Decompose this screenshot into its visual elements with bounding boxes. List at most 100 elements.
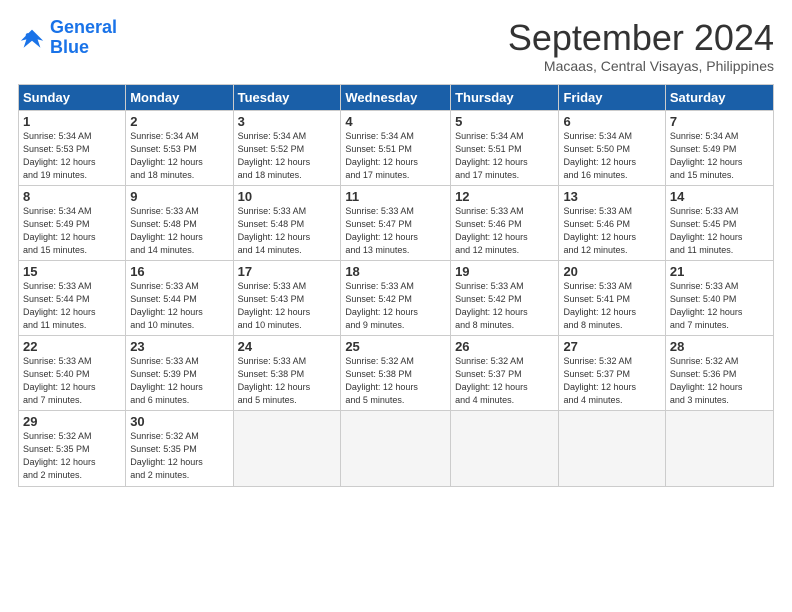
calendar-cell: 6Sunrise: 5:34 AM Sunset: 5:50 PM Daylig… — [559, 110, 665, 185]
day-number: 12 — [455, 189, 554, 204]
logo-text2: Blue — [50, 38, 117, 58]
calendar-week-1: 1Sunrise: 5:34 AM Sunset: 5:53 PM Daylig… — [19, 110, 774, 185]
calendar-header-friday: Friday — [559, 84, 665, 110]
location: Macaas, Central Visayas, Philippines — [508, 58, 774, 74]
day-number: 23 — [130, 339, 228, 354]
day-info: Sunrise: 5:34 AM Sunset: 5:52 PM Dayligh… — [238, 130, 337, 182]
calendar-cell: 17Sunrise: 5:33 AM Sunset: 5:43 PM Dayli… — [233, 260, 341, 335]
calendar-cell: 13Sunrise: 5:33 AM Sunset: 5:46 PM Dayli… — [559, 185, 665, 260]
day-number: 18 — [345, 264, 446, 279]
calendar-cell: 27Sunrise: 5:32 AM Sunset: 5:37 PM Dayli… — [559, 336, 665, 411]
day-info: Sunrise: 5:34 AM Sunset: 5:53 PM Dayligh… — [23, 130, 121, 182]
month-title: September 2024 — [508, 18, 774, 58]
calendar-cell: 20Sunrise: 5:33 AM Sunset: 5:41 PM Dayli… — [559, 260, 665, 335]
day-info: Sunrise: 5:34 AM Sunset: 5:49 PM Dayligh… — [670, 130, 769, 182]
calendar-cell: 15Sunrise: 5:33 AM Sunset: 5:44 PM Dayli… — [19, 260, 126, 335]
logo-bird-icon — [18, 24, 46, 52]
calendar-cell: 11Sunrise: 5:33 AM Sunset: 5:47 PM Dayli… — [341, 185, 451, 260]
calendar-cell: 14Sunrise: 5:33 AM Sunset: 5:45 PM Dayli… — [665, 185, 773, 260]
logo-text: General — [50, 18, 117, 38]
calendar-cell: 8Sunrise: 5:34 AM Sunset: 5:49 PM Daylig… — [19, 185, 126, 260]
calendar-cell: 18Sunrise: 5:33 AM Sunset: 5:42 PM Dayli… — [341, 260, 451, 335]
day-info: Sunrise: 5:33 AM Sunset: 5:44 PM Dayligh… — [130, 280, 228, 332]
day-info: Sunrise: 5:33 AM Sunset: 5:46 PM Dayligh… — [455, 205, 554, 257]
day-number: 29 — [23, 414, 121, 429]
day-info: Sunrise: 5:34 AM Sunset: 5:49 PM Dayligh… — [23, 205, 121, 257]
calendar-cell: 4Sunrise: 5:34 AM Sunset: 5:51 PM Daylig… — [341, 110, 451, 185]
header: General Blue September 2024 Macaas, Cent… — [18, 18, 774, 74]
day-info: Sunrise: 5:34 AM Sunset: 5:51 PM Dayligh… — [345, 130, 446, 182]
day-number: 28 — [670, 339, 769, 354]
calendar-cell: 5Sunrise: 5:34 AM Sunset: 5:51 PM Daylig… — [451, 110, 559, 185]
calendar-cell: 24Sunrise: 5:33 AM Sunset: 5:38 PM Dayli… — [233, 336, 341, 411]
calendar-cell: 1Sunrise: 5:34 AM Sunset: 5:53 PM Daylig… — [19, 110, 126, 185]
day-info: Sunrise: 5:32 AM Sunset: 5:37 PM Dayligh… — [563, 355, 660, 407]
calendar-cell: 3Sunrise: 5:34 AM Sunset: 5:52 PM Daylig… — [233, 110, 341, 185]
day-number: 10 — [238, 189, 337, 204]
day-number: 17 — [238, 264, 337, 279]
day-info: Sunrise: 5:32 AM Sunset: 5:35 PM Dayligh… — [130, 430, 228, 482]
calendar-header-monday: Monday — [126, 84, 233, 110]
day-number: 16 — [130, 264, 228, 279]
day-number: 9 — [130, 189, 228, 204]
calendar-cell: 30Sunrise: 5:32 AM Sunset: 5:35 PM Dayli… — [126, 411, 233, 486]
day-number: 4 — [345, 114, 446, 129]
calendar-cell — [233, 411, 341, 486]
calendar-cell: 7Sunrise: 5:34 AM Sunset: 5:49 PM Daylig… — [665, 110, 773, 185]
day-number: 19 — [455, 264, 554, 279]
day-info: Sunrise: 5:33 AM Sunset: 5:47 PM Dayligh… — [345, 205, 446, 257]
day-info: Sunrise: 5:33 AM Sunset: 5:46 PM Dayligh… — [563, 205, 660, 257]
day-info: Sunrise: 5:33 AM Sunset: 5:40 PM Dayligh… — [670, 280, 769, 332]
day-info: Sunrise: 5:33 AM Sunset: 5:41 PM Dayligh… — [563, 280, 660, 332]
day-info: Sunrise: 5:34 AM Sunset: 5:51 PM Dayligh… — [455, 130, 554, 182]
day-number: 11 — [345, 189, 446, 204]
day-number: 21 — [670, 264, 769, 279]
calendar: SundayMondayTuesdayWednesdayThursdayFrid… — [18, 84, 774, 487]
day-info: Sunrise: 5:33 AM Sunset: 5:44 PM Dayligh… — [23, 280, 121, 332]
day-number: 2 — [130, 114, 228, 129]
logo: General Blue — [18, 18, 117, 58]
calendar-cell: 22Sunrise: 5:33 AM Sunset: 5:40 PM Dayli… — [19, 336, 126, 411]
day-number: 15 — [23, 264, 121, 279]
day-info: Sunrise: 5:32 AM Sunset: 5:37 PM Dayligh… — [455, 355, 554, 407]
calendar-cell: 12Sunrise: 5:33 AM Sunset: 5:46 PM Dayli… — [451, 185, 559, 260]
calendar-header-tuesday: Tuesday — [233, 84, 341, 110]
day-number: 1 — [23, 114, 121, 129]
calendar-header-thursday: Thursday — [451, 84, 559, 110]
day-info: Sunrise: 5:33 AM Sunset: 5:38 PM Dayligh… — [238, 355, 337, 407]
calendar-cell: 25Sunrise: 5:32 AM Sunset: 5:38 PM Dayli… — [341, 336, 451, 411]
day-number: 5 — [455, 114, 554, 129]
day-number: 27 — [563, 339, 660, 354]
day-number: 24 — [238, 339, 337, 354]
day-number: 14 — [670, 189, 769, 204]
day-info: Sunrise: 5:33 AM Sunset: 5:42 PM Dayligh… — [345, 280, 446, 332]
calendar-week-4: 22Sunrise: 5:33 AM Sunset: 5:40 PM Dayli… — [19, 336, 774, 411]
calendar-cell: 16Sunrise: 5:33 AM Sunset: 5:44 PM Dayli… — [126, 260, 233, 335]
calendar-header-wednesday: Wednesday — [341, 84, 451, 110]
day-info: Sunrise: 5:33 AM Sunset: 5:43 PM Dayligh… — [238, 280, 337, 332]
calendar-week-3: 15Sunrise: 5:33 AM Sunset: 5:44 PM Dayli… — [19, 260, 774, 335]
day-info: Sunrise: 5:33 AM Sunset: 5:42 PM Dayligh… — [455, 280, 554, 332]
day-info: Sunrise: 5:34 AM Sunset: 5:50 PM Dayligh… — [563, 130, 660, 182]
calendar-cell: 2Sunrise: 5:34 AM Sunset: 5:53 PM Daylig… — [126, 110, 233, 185]
day-info: Sunrise: 5:33 AM Sunset: 5:45 PM Dayligh… — [670, 205, 769, 257]
calendar-cell — [665, 411, 773, 486]
day-number: 26 — [455, 339, 554, 354]
day-info: Sunrise: 5:32 AM Sunset: 5:35 PM Dayligh… — [23, 430, 121, 482]
calendar-header-saturday: Saturday — [665, 84, 773, 110]
day-number: 13 — [563, 189, 660, 204]
day-info: Sunrise: 5:33 AM Sunset: 5:40 PM Dayligh… — [23, 355, 121, 407]
calendar-cell: 23Sunrise: 5:33 AM Sunset: 5:39 PM Dayli… — [126, 336, 233, 411]
title-block: September 2024 Macaas, Central Visayas, … — [508, 18, 774, 74]
day-info: Sunrise: 5:33 AM Sunset: 5:48 PM Dayligh… — [238, 205, 337, 257]
calendar-cell — [559, 411, 665, 486]
calendar-cell — [341, 411, 451, 486]
calendar-cell: 21Sunrise: 5:33 AM Sunset: 5:40 PM Dayli… — [665, 260, 773, 335]
day-info: Sunrise: 5:33 AM Sunset: 5:39 PM Dayligh… — [130, 355, 228, 407]
day-number: 30 — [130, 414, 228, 429]
day-info: Sunrise: 5:34 AM Sunset: 5:53 PM Dayligh… — [130, 130, 228, 182]
day-info: Sunrise: 5:32 AM Sunset: 5:38 PM Dayligh… — [345, 355, 446, 407]
calendar-week-2: 8Sunrise: 5:34 AM Sunset: 5:49 PM Daylig… — [19, 185, 774, 260]
calendar-cell: 26Sunrise: 5:32 AM Sunset: 5:37 PM Dayli… — [451, 336, 559, 411]
day-number: 3 — [238, 114, 337, 129]
